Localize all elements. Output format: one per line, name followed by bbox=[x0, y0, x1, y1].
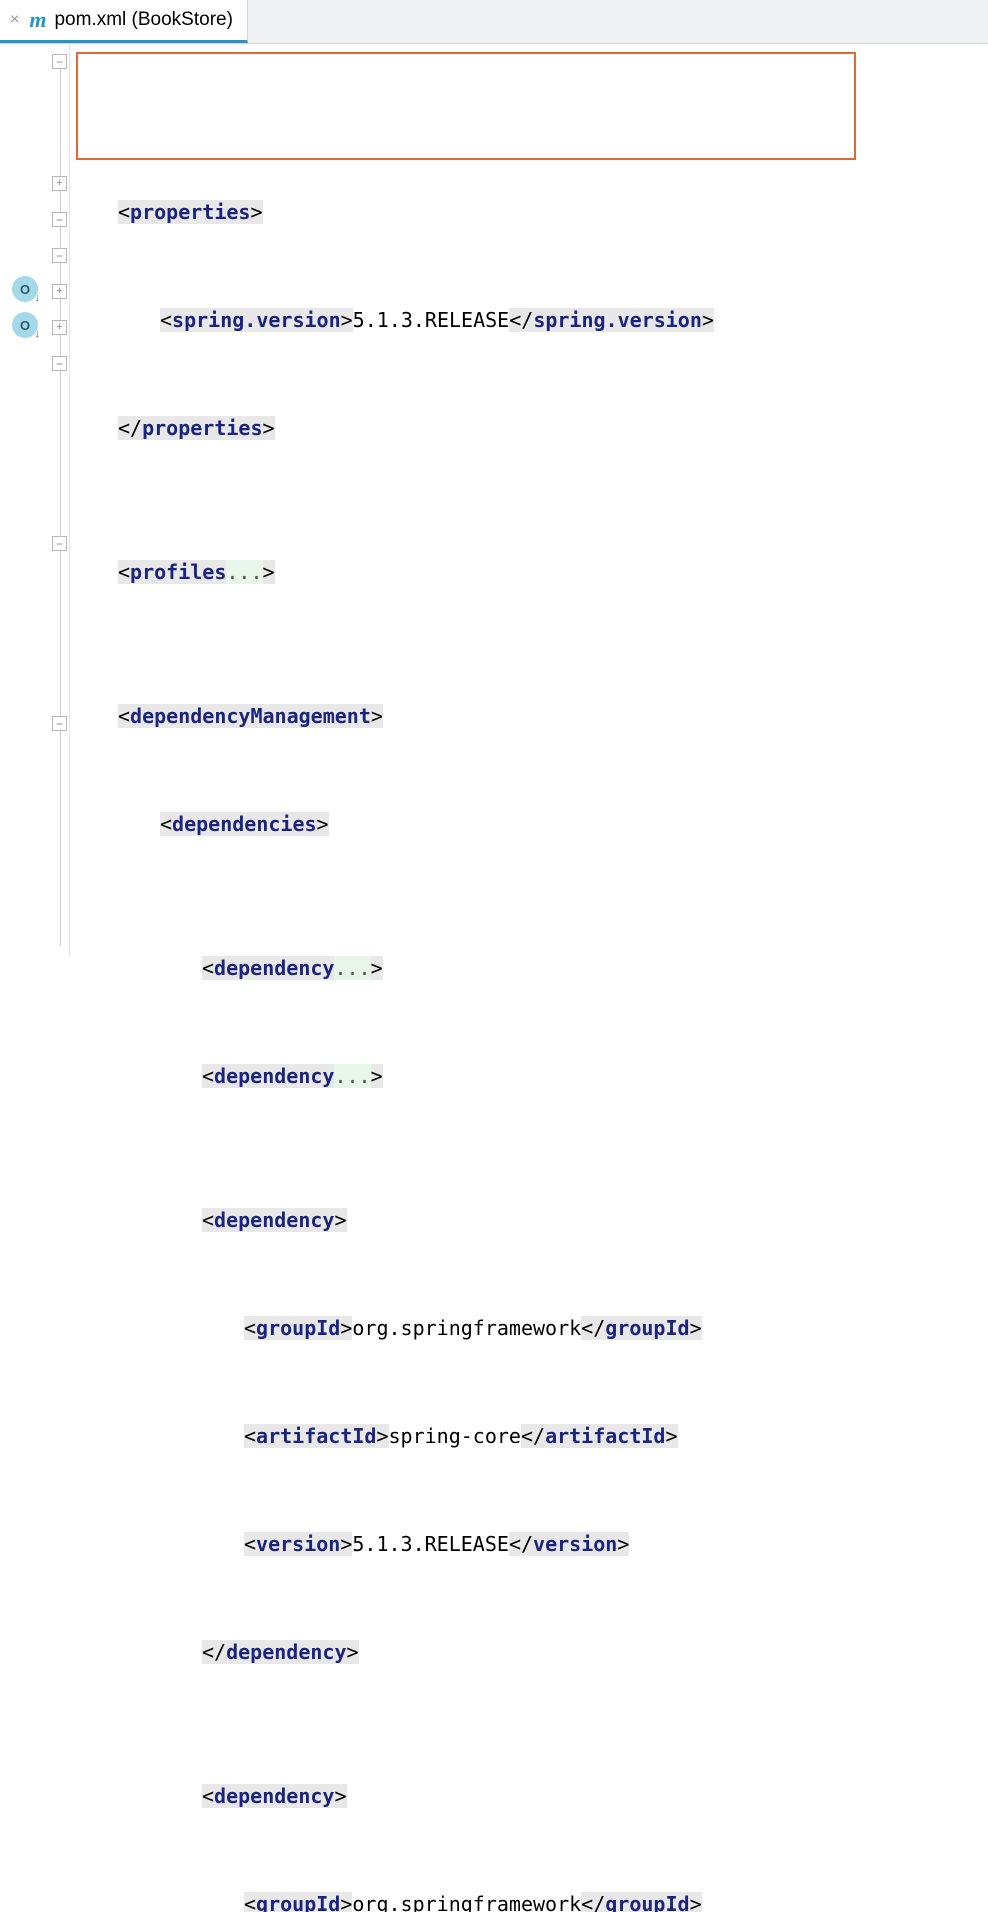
code-line[interactable]: <groupId>org.springframework</groupId> bbox=[70, 1310, 988, 1346]
code-content[interactable]: <properties> <spring.version>5.1.3.RELEA… bbox=[70, 44, 988, 956]
file-tab-pom[interactable]: × m pom.xml (BookStore) bbox=[0, 0, 248, 43]
code-line[interactable]: <properties> bbox=[70, 194, 988, 230]
fold-gutter[interactable] bbox=[50, 44, 70, 956]
fold-toggle[interactable] bbox=[52, 716, 67, 731]
code-line[interactable]: <dependency...> bbox=[70, 950, 988, 986]
code-line[interactable]: <version>5.1.3.RELEASE</version> bbox=[70, 1526, 988, 1562]
editor-area[interactable]: O O <properties> <spring.version>5.1.3.R… bbox=[0, 44, 988, 956]
code-line[interactable]: <profiles...> bbox=[70, 554, 988, 590]
override-icon[interactable]: O bbox=[12, 276, 38, 302]
code-line[interactable]: <groupId>org.springframework</groupId> bbox=[70, 1886, 988, 1912]
close-icon[interactable]: × bbox=[10, 11, 19, 29]
code-line[interactable]: </properties> bbox=[70, 410, 988, 446]
code-line[interactable]: <dependencies> bbox=[70, 806, 988, 842]
fold-toggle[interactable] bbox=[52, 248, 67, 263]
highlight-region bbox=[76, 52, 856, 160]
fold-toggle[interactable] bbox=[52, 536, 67, 551]
code-line[interactable]: <dependency...> bbox=[70, 1058, 988, 1094]
code-line[interactable]: <dependency> bbox=[70, 1202, 988, 1238]
code-line[interactable]: </dependency> bbox=[70, 1634, 988, 1670]
fold-toggle[interactable] bbox=[52, 212, 67, 227]
fold-toggle[interactable] bbox=[52, 284, 67, 299]
fold-toggle[interactable] bbox=[52, 176, 67, 191]
code-line[interactable]: <dependencyManagement> bbox=[70, 698, 988, 734]
code-line[interactable]: <dependency> bbox=[70, 1778, 988, 1814]
code-line[interactable]: <spring.version>5.1.3.RELEASE</spring.ve… bbox=[70, 302, 988, 338]
code-line[interactable]: <artifactId>spring-core</artifactId> bbox=[70, 1418, 988, 1454]
fold-toggle[interactable] bbox=[52, 356, 67, 371]
tab-title: pom.xml (BookStore) bbox=[54, 9, 232, 31]
fold-toggle[interactable] bbox=[52, 54, 67, 69]
editor-tab-bar: × m pom.xml (BookStore) bbox=[0, 0, 988, 44]
override-icon[interactable]: O bbox=[12, 312, 38, 338]
maven-icon: m bbox=[29, 9, 46, 31]
left-gutter: O O bbox=[0, 44, 50, 956]
fold-toggle[interactable] bbox=[52, 320, 67, 335]
